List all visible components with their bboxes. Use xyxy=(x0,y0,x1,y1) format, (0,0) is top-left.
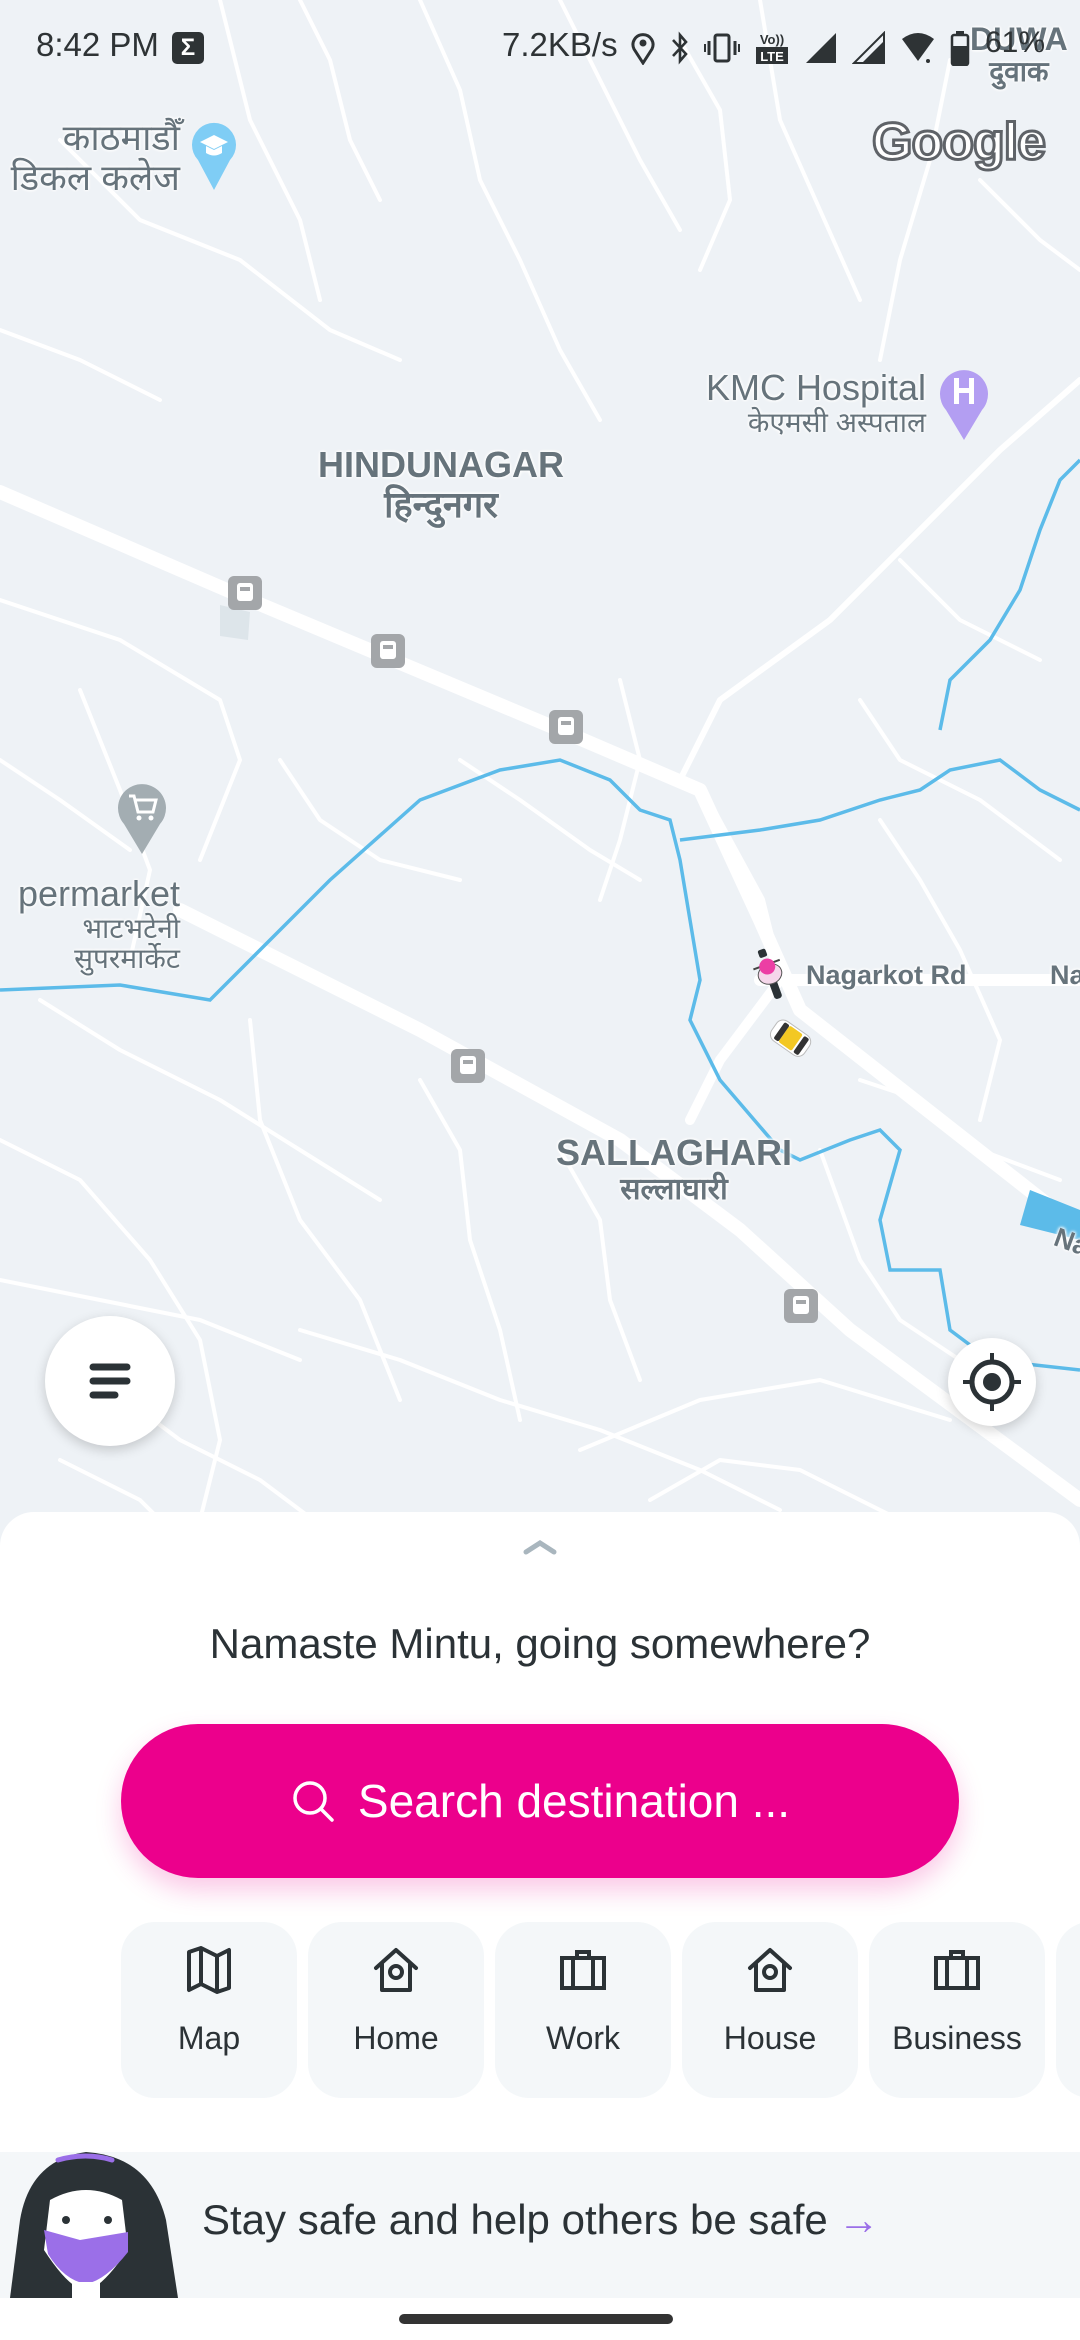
sigma-icon: Σ xyxy=(172,32,204,64)
poi-local-name: केएमसी अस्पताल xyxy=(747,406,926,438)
place-business[interactable]: Business xyxy=(869,1922,1045,2098)
battery-level: 61% xyxy=(985,26,1046,59)
wifi-icon xyxy=(902,33,934,63)
location-icon xyxy=(631,33,655,65)
poi-local-name: सुपरमार्केट xyxy=(74,943,180,975)
place-map[interactable]: Map xyxy=(121,1922,297,2098)
status-bar: 8:42 PM Σ 7.2KB/s Vo)) LTE 61% xyxy=(0,0,1080,96)
place-more[interactable] xyxy=(1056,1922,1080,2098)
bike-rider-icon xyxy=(753,948,783,999)
arrow-right-icon: → xyxy=(837,2196,880,2243)
status-icons: Vo)) LTE xyxy=(630,30,970,66)
area-name: HINDUNAGAR xyxy=(318,444,564,485)
menu-icon xyxy=(89,1363,131,1399)
banner-message: Stay safe and help others be safe xyxy=(202,2196,828,2243)
place-label: Home xyxy=(353,2020,439,2056)
bus-stop-icon[interactable] xyxy=(228,576,262,610)
my-location-icon xyxy=(963,1353,1021,1411)
safety-banner[interactable]: Stay safe and help others be safe → xyxy=(0,2152,1080,2298)
google-logo: Google xyxy=(870,112,1047,173)
svg-text:Vo)): Vo)) xyxy=(760,32,784,47)
place-label: Business xyxy=(892,2020,1022,2056)
poi-local-name: डिकल कलेज xyxy=(10,156,180,198)
graduation-cap-icon[interactable] xyxy=(190,120,238,192)
place-label: Work xyxy=(545,2020,621,2056)
briefcase-icon xyxy=(560,1950,606,1990)
bluetooth-icon xyxy=(672,31,688,65)
poi-name: permarket xyxy=(17,873,180,914)
place-home[interactable]: Home xyxy=(308,1922,484,2098)
greeting-text: Namaste Mintu, going somewhere? xyxy=(209,1620,871,1667)
search-icon xyxy=(293,1781,334,1822)
place-work[interactable]: Work xyxy=(495,1922,671,2098)
shopping-cart-icon[interactable] xyxy=(116,780,168,856)
svg-text:LTE: LTE xyxy=(760,49,784,64)
poi-label-hospital[interactable]: KMC Hospital केएमसी अस्पताल xyxy=(676,368,926,438)
area-local-name: सल्लाघारी xyxy=(620,1172,728,1206)
poi-label-college[interactable]: काठमाडौँ डिकल कलेज xyxy=(0,118,180,197)
place-label: House xyxy=(723,2020,817,2056)
road-label: Na xyxy=(1050,960,1080,990)
network-speed: 7.2KB/s xyxy=(502,26,618,63)
place-house[interactable]: House xyxy=(682,1922,858,2098)
volte-icon: Vo)) LTE xyxy=(756,32,788,64)
my-location-button[interactable] xyxy=(948,1338,1036,1426)
poi-label-supermarket[interactable]: permarket भाटभटेनी सुपरमार्केट xyxy=(0,874,180,975)
home-icon xyxy=(374,1948,418,1992)
signal-icon xyxy=(806,33,836,63)
bus-stop-icon[interactable] xyxy=(784,1289,818,1323)
masked-woman-illustration xyxy=(10,2152,178,2298)
bus-stop-icon[interactable] xyxy=(549,710,583,744)
road-label: Nagarkot Rd xyxy=(806,960,967,990)
battery-icon xyxy=(950,31,970,66)
gesture-home-bar[interactable] xyxy=(399,2314,673,2324)
clock: 8:42 PM xyxy=(36,26,159,63)
poi-local-name: काठमाडौँ xyxy=(62,117,180,158)
place-label: Map xyxy=(177,2020,241,2056)
bottom-sheet[interactable]: Namaste Mintu, going somewhere? Search d… xyxy=(0,1512,1080,2340)
safety-banner-text: Stay safe and help others be safe → xyxy=(202,2196,880,2244)
home-icon xyxy=(748,1948,792,1992)
search-destination-button[interactable]: Search destination ... xyxy=(121,1724,959,1878)
poi-local-name: भाटभटेनी xyxy=(82,912,180,944)
briefcase-icon xyxy=(934,1950,980,1990)
saved-places: Map Home Work House Business xyxy=(121,1922,1080,2098)
hospital-icon[interactable] xyxy=(938,366,990,442)
signal-icon xyxy=(852,31,885,64)
area-name: SALLAGHARI xyxy=(556,1132,792,1173)
area-label-sallaghari: SALLAGHARI सल्लाघारी xyxy=(556,1133,792,1206)
menu-button[interactable] xyxy=(45,1316,175,1446)
bus-stop-icon[interactable] xyxy=(451,1049,485,1083)
vibrate-icon xyxy=(704,33,740,63)
chevron-up-icon[interactable] xyxy=(522,1538,558,1556)
poi-name: KMC Hospital xyxy=(705,367,926,408)
area-label-hindunagar: HINDUNAGAR हिन्दुनगर xyxy=(318,445,564,524)
search-label: Search destination ... xyxy=(357,1775,791,1827)
map-view[interactable]: HINDUNAGAR हिन्दुनगर SALLAGHARI सल्लाघार… xyxy=(0,0,1080,1560)
area-local-name: हिन्दुनगर xyxy=(384,483,498,525)
taxi-car-icon xyxy=(769,1019,812,1057)
bus-stop-icon[interactable] xyxy=(371,634,405,668)
map-icon xyxy=(187,1946,231,1994)
